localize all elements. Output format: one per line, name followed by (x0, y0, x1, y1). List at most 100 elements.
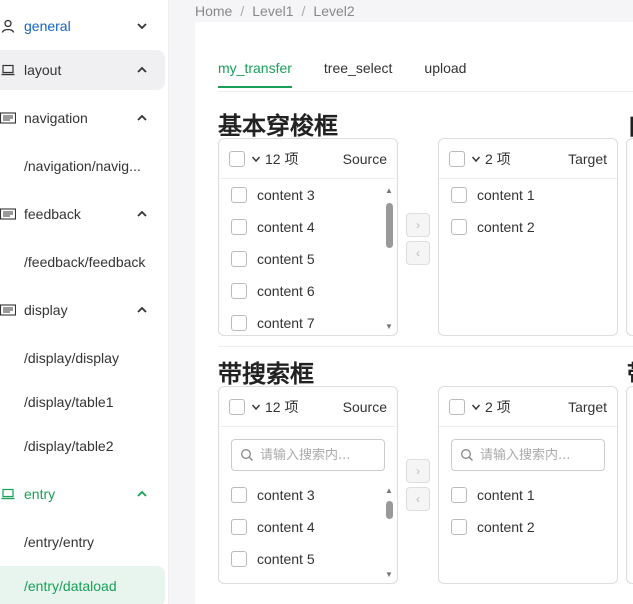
menu-sub-label: /entry/entry (24, 534, 95, 550)
scroll-down-icon[interactable]: ▼ (385, 571, 393, 579)
transfer-left-button[interactable]: ‹ (406, 241, 430, 265)
menu-feedback-sub[interactable]: /feedback/feedback (0, 242, 165, 282)
menu-entry-entry[interactable]: /entry/entry (0, 522, 165, 562)
menu-general[interactable]: general (0, 6, 165, 46)
source-title: Source (342, 398, 387, 415)
scroll-up-icon[interactable]: ▲ (385, 187, 393, 195)
list-item[interactable]: content 5 (219, 543, 397, 575)
breadcrumb-separator: / (240, 3, 245, 19)
transfer-right-button[interactable]: › (406, 213, 430, 237)
menu-card-icon (0, 110, 16, 126)
menu-display-table2[interactable]: /display/table2 (0, 426, 165, 466)
menu-display-table1[interactable]: /display/table1 (0, 382, 165, 422)
item-label: content 4 (257, 219, 315, 235)
menu-navigation-label: navigation (24, 110, 88, 126)
tab-tree-select[interactable]: tree_select (324, 60, 392, 88)
target-search-box[interactable] (451, 439, 605, 471)
select-all-checkbox[interactable] (229, 150, 245, 167)
breadcrumb: Home / Level1 / Level2 (195, 0, 355, 22)
item-checkbox[interactable] (231, 487, 247, 503)
chevron-down-icon[interactable] (471, 154, 481, 164)
list-item[interactable]: content 3 (219, 179, 397, 211)
list-item[interactable]: content 4 (219, 511, 397, 543)
item-label: content 5 (257, 551, 315, 567)
menu-sub-label: /navigation/navig... (24, 158, 141, 174)
item-checkbox[interactable] (231, 551, 247, 567)
target-count: 2 项 (485, 150, 511, 167)
menu-feedback[interactable]: feedback (0, 194, 165, 234)
item-checkbox[interactable] (231, 187, 247, 203)
select-all-checkbox[interactable] (449, 398, 465, 415)
item-label: content 2 (477, 519, 535, 535)
search-icon (460, 448, 474, 462)
menu-sub-label: /display/table1 (24, 394, 114, 410)
sidebar: general layout navigation /navigation/na… (0, 0, 169, 604)
source-scrollbar[interactable]: ▲ ▼ (385, 487, 393, 579)
menu-navigation[interactable]: navigation (0, 98, 165, 138)
tab-upload[interactable]: upload (424, 60, 466, 88)
item-label: content 6 (257, 283, 315, 299)
list-item[interactable]: content 5 (219, 243, 397, 275)
scroll-thumb[interactable] (386, 203, 393, 248)
breadcrumb-home[interactable]: Home (195, 3, 232, 19)
list-item[interactable]: content 1 (439, 179, 617, 211)
laptop-icon (0, 62, 16, 78)
list-item[interactable]: content 2 (439, 511, 617, 543)
menu-general-label: general (24, 18, 71, 34)
source-count: 12 项 (265, 150, 299, 167)
transfer-source-list: 12 项 Source content 3 content 4 content … (218, 138, 398, 336)
item-label: content 1 (477, 187, 535, 203)
user-icon (0, 18, 16, 34)
menu-entry[interactable]: entry (0, 474, 165, 514)
menu-display-display[interactable]: /display/display (0, 338, 165, 378)
select-all-checkbox[interactable] (229, 398, 245, 415)
chevron-down-icon[interactable] (251, 154, 261, 164)
list-item[interactable]: content 7 (219, 307, 397, 335)
source-search-input[interactable] (260, 447, 380, 463)
item-checkbox[interactable] (451, 219, 467, 235)
item-checkbox[interactable] (451, 187, 467, 203)
item-checkbox[interactable] (231, 315, 247, 331)
menu-card-icon (0, 302, 16, 318)
target-search-input[interactable] (480, 447, 600, 463)
menu-display-label: display (24, 302, 68, 318)
item-checkbox[interactable] (451, 487, 467, 503)
list-item[interactable]: content 3 (219, 479, 397, 511)
transfer-left-button[interactable]: ‹ (406, 487, 430, 511)
menu-layout[interactable]: layout (0, 50, 165, 90)
breadcrumb-level1[interactable]: Level1 (252, 3, 293, 19)
transfer-source-header: 12 项 Source (219, 139, 397, 179)
transfer-right-button[interactable]: › (406, 459, 430, 483)
menu-feedback-label: feedback (24, 206, 81, 222)
menu-display[interactable]: display (0, 290, 165, 330)
chevron-up-icon (135, 64, 149, 76)
scroll-thumb[interactable] (386, 501, 393, 519)
list-item[interactable]: content 4 (219, 211, 397, 243)
chevron-down-icon (135, 20, 149, 32)
section-divider (218, 346, 633, 347)
menu-navigation-sub[interactable]: /navigation/navig... (0, 146, 165, 186)
select-all-checkbox[interactable] (449, 150, 465, 167)
transfer-target-header: 2 项 Target (439, 139, 617, 179)
source-count: 12 项 (265, 398, 299, 415)
menu-entry-dataload[interactable]: /entry/dataload (0, 566, 165, 604)
chevron-down-icon[interactable] (471, 402, 481, 412)
item-checkbox[interactable] (231, 283, 247, 299)
tab-my-transfer[interactable]: my_transfer (218, 60, 292, 88)
search-icon (240, 448, 254, 462)
item-checkbox[interactable] (231, 251, 247, 267)
chevron-down-icon[interactable] (251, 402, 261, 412)
scroll-down-icon[interactable]: ▼ (385, 323, 393, 331)
list-item[interactable]: content 2 (439, 211, 617, 243)
source-search-box[interactable] (231, 439, 385, 471)
list-item[interactable]: content 1 (439, 479, 617, 511)
scroll-up-icon[interactable]: ▲ (385, 487, 393, 495)
item-checkbox[interactable] (231, 519, 247, 535)
menu-card-icon (0, 206, 16, 222)
item-checkbox[interactable] (451, 519, 467, 535)
source-scrollbar[interactable]: ▲ ▼ (385, 187, 393, 331)
item-label: content 2 (477, 219, 535, 235)
item-checkbox[interactable] (231, 219, 247, 235)
list-item[interactable]: content 6 (219, 275, 397, 307)
transfer-target-header: 2 项 Target (439, 387, 617, 427)
